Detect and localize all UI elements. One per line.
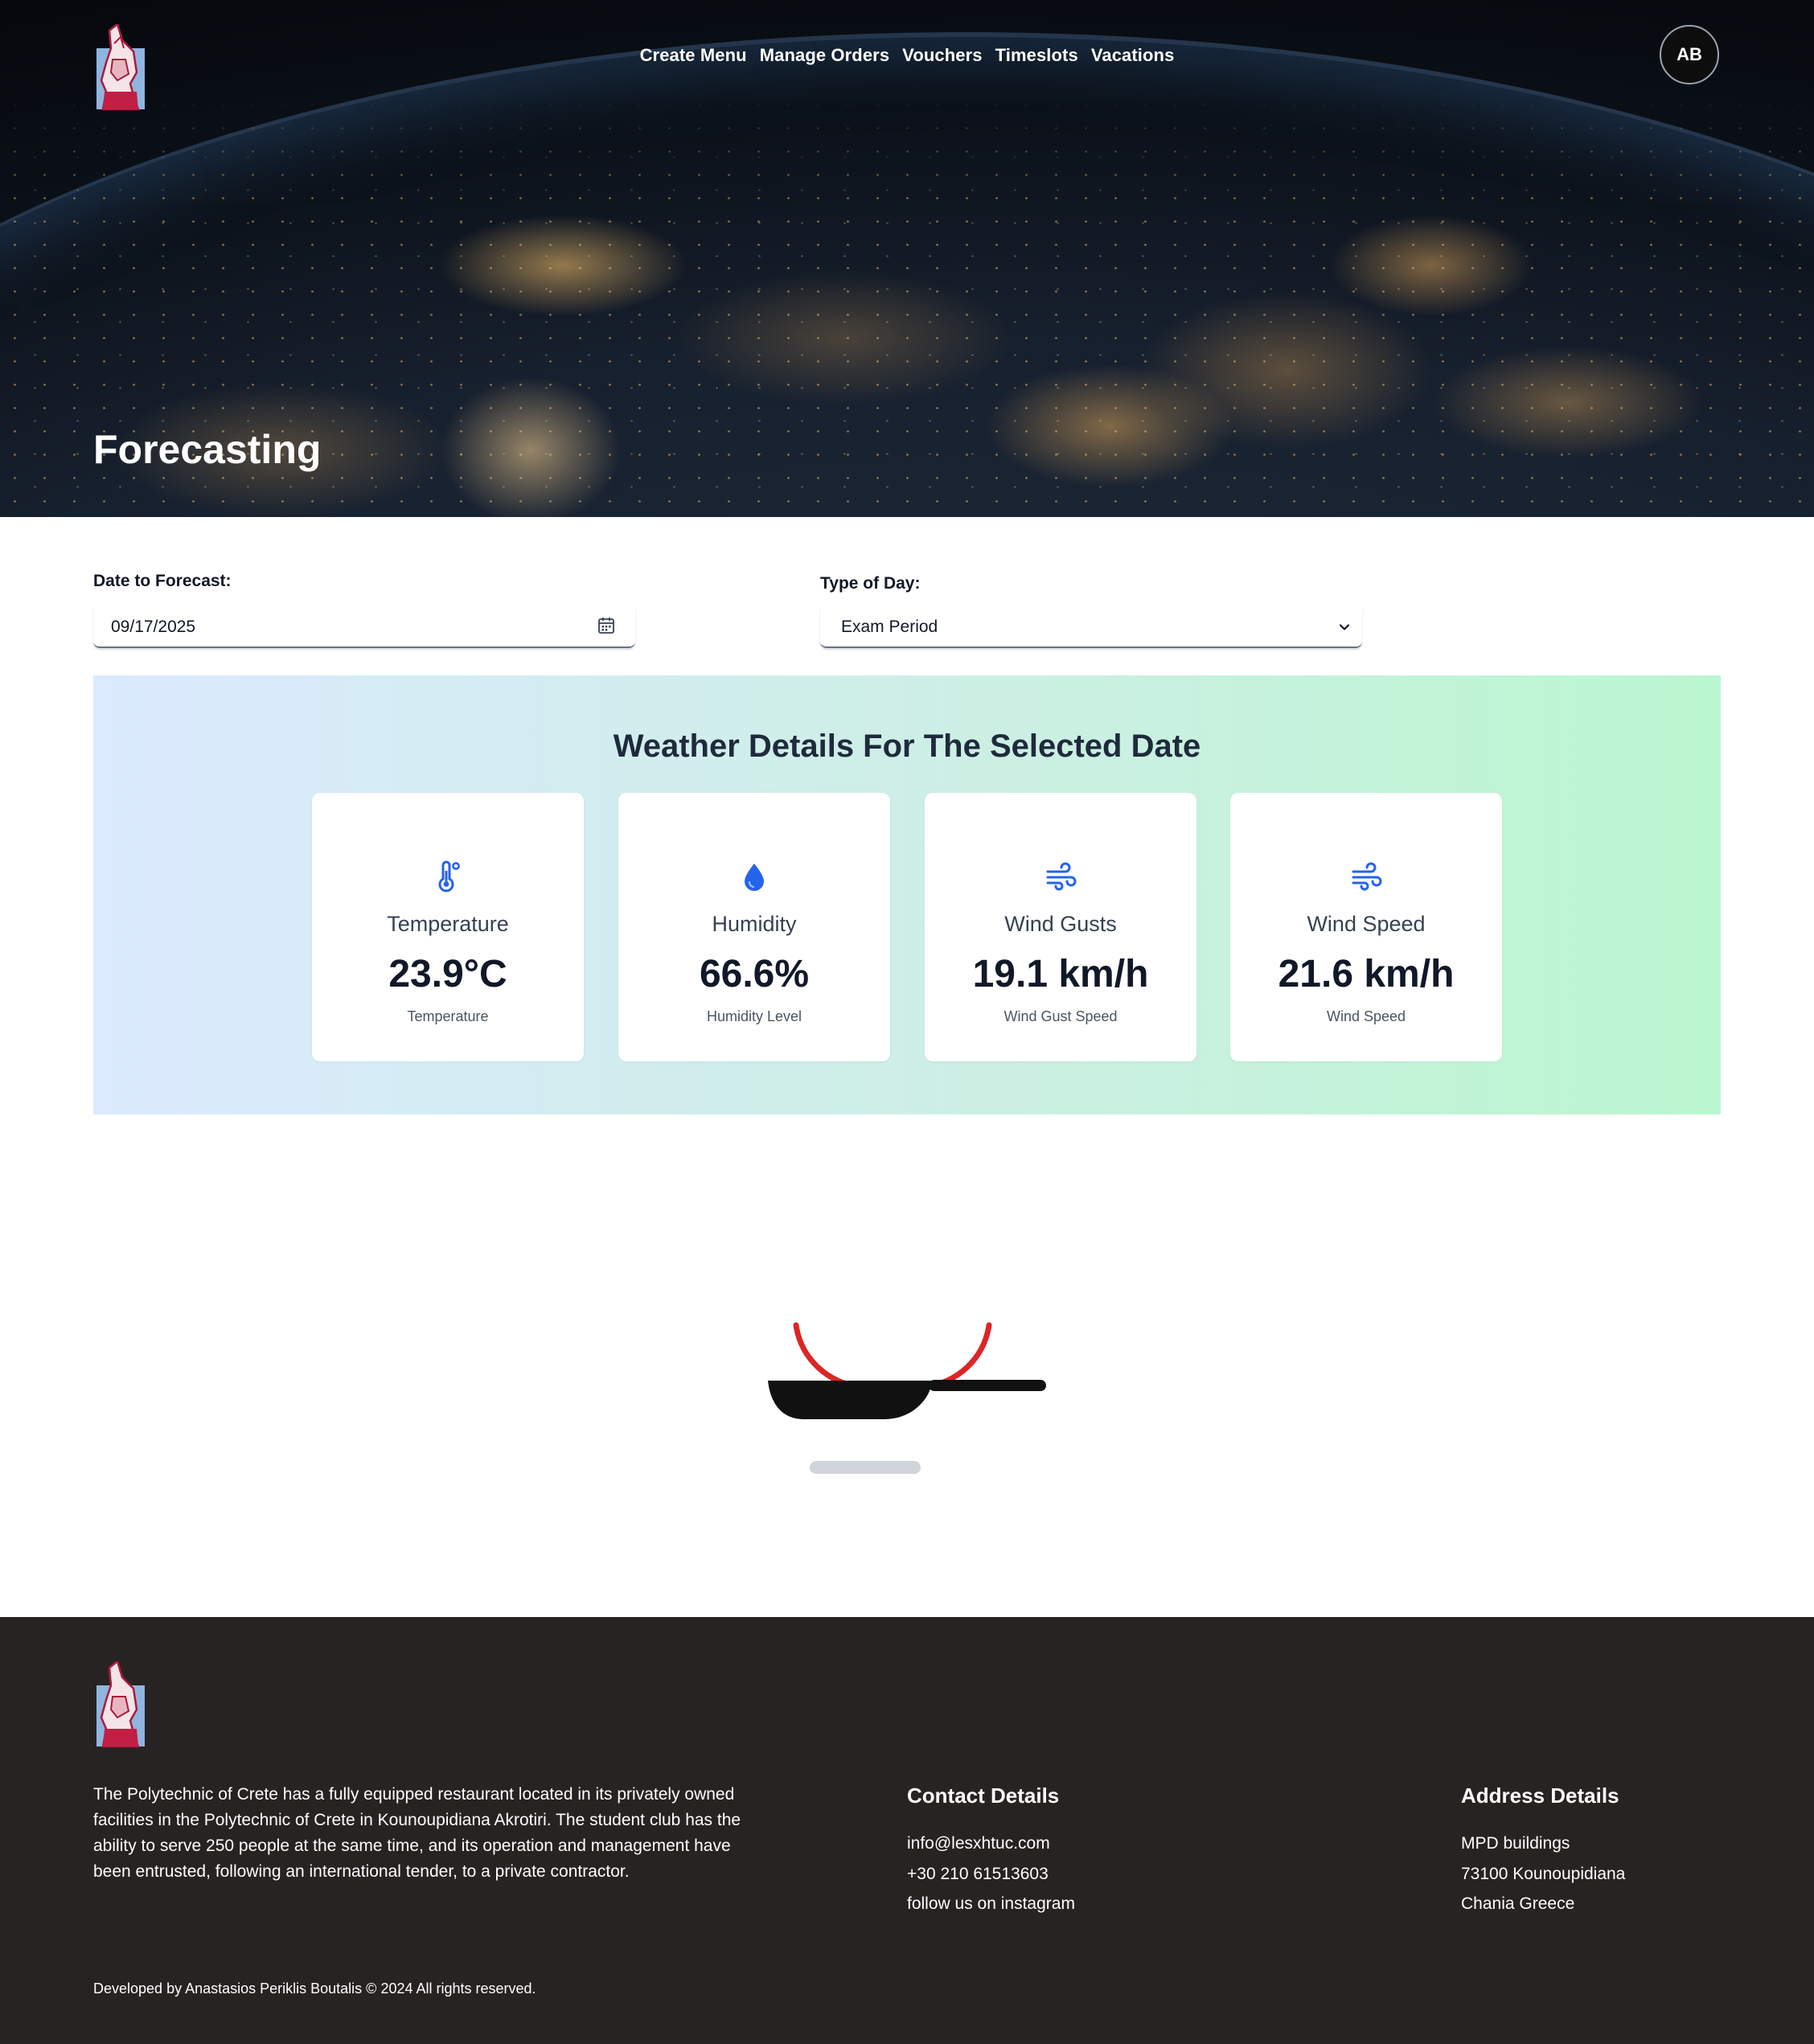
card-subtitle: Humidity Level bbox=[706, 1008, 802, 1024]
footer-logo[interactable] bbox=[93, 1661, 148, 1750]
day-type-selected-value: Exam Period bbox=[841, 618, 938, 636]
humidity-value: 66.6% bbox=[699, 953, 810, 995]
address-line: MPD buildings bbox=[1461, 1834, 1570, 1853]
nav-create-menu[interactable]: Create Menu bbox=[640, 45, 747, 66]
forecast-date-input[interactable] bbox=[93, 608, 635, 648]
contact-phone-link[interactable]: +30 210 61513603 bbox=[907, 1865, 1049, 1884]
day-type-select[interactable]: Exam Period bbox=[820, 608, 1362, 648]
wind-icon bbox=[1352, 862, 1382, 891]
weather-details-panel: Weather Details For The Selected Date Te… bbox=[93, 675, 1721, 1114]
calendar-icon[interactable] bbox=[597, 616, 615, 635]
card-subtitle: Temperature bbox=[407, 1008, 489, 1024]
chevron-down-icon bbox=[1339, 624, 1350, 630]
temperature-card: Temperature 23.9°C Temperature bbox=[312, 793, 584, 1061]
site-footer: The Polytechnic of Crete has a fully equ… bbox=[0, 1617, 1814, 2044]
day-type-label: Type of Day: bbox=[820, 574, 921, 593]
humidity-card: Humidity 66.6% Humidity Level bbox=[618, 793, 890, 1061]
card-title: Temperature bbox=[387, 912, 509, 936]
nav-timeslots[interactable]: Timeslots bbox=[995, 45, 1078, 66]
footer-about-text: The Polytechnic of Crete has a fully equ… bbox=[93, 1785, 741, 1881]
user-avatar-button[interactable]: AB bbox=[1660, 25, 1719, 84]
card-subtitle: Wind Speed bbox=[1326, 1008, 1406, 1024]
wind-gusts-card: Wind Gusts 19.1 km/h Wind Gust Speed bbox=[925, 793, 1196, 1061]
hero-banner: Create Menu Manage Orders Vouchers Times… bbox=[0, 0, 1814, 517]
main-nav: Create Menu Manage Orders Vouchers Times… bbox=[0, 45, 1814, 66]
address-line: Chania Greece bbox=[1461, 1894, 1575, 1913]
wind-gusts-value: 19.1 km/h bbox=[972, 953, 1149, 995]
thermometer-icon bbox=[438, 860, 460, 893]
nav-vouchers[interactable]: Vouchers bbox=[902, 45, 982, 66]
nav-manage-orders[interactable]: Manage Orders bbox=[760, 45, 889, 66]
wind-icon bbox=[1046, 862, 1077, 891]
droplet-icon bbox=[745, 864, 764, 891]
contact-email-link[interactable]: info@lesxhtuc.com bbox=[907, 1834, 1050, 1853]
nav-vacations[interactable]: Vacations bbox=[1091, 45, 1175, 66]
polytechnic-logo[interactable] bbox=[93, 24, 148, 113]
instagram-link[interactable]: follow us on instagram bbox=[907, 1894, 1075, 1914]
frying-pan-loader-icon bbox=[768, 1322, 1046, 1474]
temperature-value: 23.9°C bbox=[388, 953, 507, 995]
address-details-heading: Address Details bbox=[1461, 1783, 1619, 1808]
weather-panel-title: Weather Details For The Selected Date bbox=[613, 729, 1201, 764]
wind-speed-value: 21.6 km/h bbox=[1278, 953, 1455, 995]
wind-speed-card: Wind Speed 21.6 km/h Wind Speed bbox=[1230, 793, 1502, 1061]
address-line: 73100 Kounoupidiana bbox=[1461, 1865, 1626, 1883]
card-title: Humidity bbox=[712, 912, 797, 936]
copyright-text: Developed by Anastasios Periklis Boutali… bbox=[93, 1980, 536, 1997]
card-title: Wind Gusts bbox=[1004, 912, 1117, 936]
card-subtitle: Wind Gust Speed bbox=[1003, 1008, 1118, 1024]
page-title: Forecasting bbox=[93, 427, 322, 472]
contact-details-heading: Contact Details bbox=[907, 1783, 1060, 1808]
card-title: Wind Speed bbox=[1307, 912, 1426, 936]
date-label: Date to Forecast: bbox=[93, 572, 232, 590]
